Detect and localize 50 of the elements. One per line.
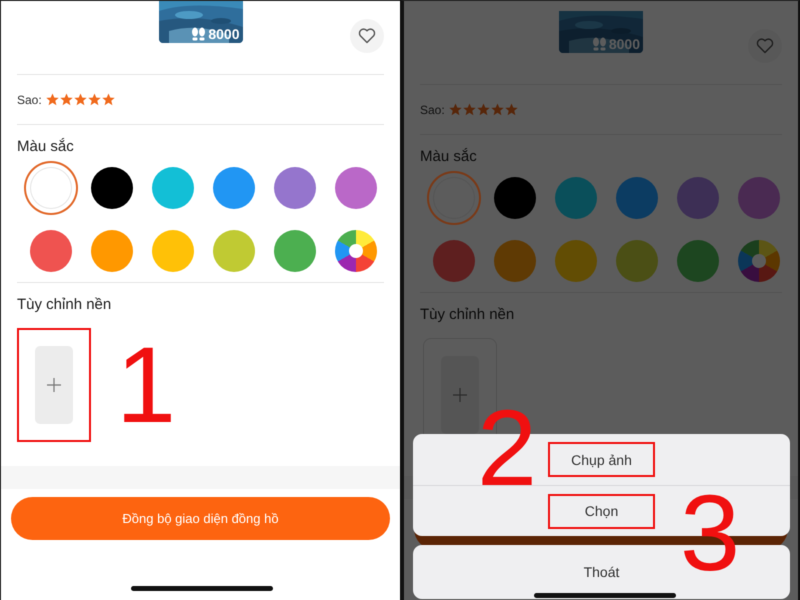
color-wheel-button[interactable] [738, 240, 780, 282]
star-icon [462, 103, 476, 116]
color-swatch[interactable] [90, 230, 132, 272]
color-swatch[interactable] [616, 240, 658, 282]
stars-label: Sao: [17, 92, 42, 106]
heart-icon [358, 27, 376, 45]
color-swatch[interactable] [494, 240, 536, 282]
color-swatch[interactable] [334, 166, 376, 208]
color-swatch[interactable] [554, 240, 596, 282]
step-number: 1 [116, 331, 176, 439]
star-icon [74, 93, 87, 106]
favorite-button[interactable] [350, 19, 384, 53]
color-swatch[interactable] [274, 230, 316, 272]
star-icon [60, 93, 73, 106]
star-icon [102, 93, 115, 106]
color-swatch[interactable] [738, 176, 780, 218]
star-icon [490, 103, 504, 116]
color-swatch[interactable] [616, 176, 658, 218]
star-icon [88, 93, 101, 106]
section-title: Màu sắc [16, 137, 75, 157]
section-title: Màu sắc [419, 147, 478, 167]
color-swatch[interactable] [90, 166, 132, 208]
footprints-icon [592, 37, 607, 51]
step-count: 8000 [608, 36, 640, 52]
footprints-icon [191, 27, 206, 41]
color-wheel-button[interactable] [334, 230, 376, 272]
color-swatch[interactable] [676, 240, 718, 282]
color-swatch[interactable] [30, 230, 72, 272]
star-icon [46, 93, 59, 106]
sheet-option[interactable]: Chụp ảnh [548, 442, 655, 477]
star-icon [448, 103, 462, 116]
color-swatch[interactable] [152, 230, 194, 272]
stars-label: Sao: [420, 102, 445, 116]
plus-icon [453, 388, 467, 402]
color-swatch[interactable] [554, 176, 596, 218]
color-swatch[interactable] [432, 240, 474, 282]
section-title: Tùy chỉnh nền [16, 295, 112, 315]
heart-icon [756, 37, 774, 55]
star-icon [504, 103, 518, 116]
color-swatch[interactable] [274, 166, 316, 208]
sheet-option[interactable]: Chọn [548, 494, 655, 528]
color-swatch[interactable] [212, 230, 254, 272]
color-swatch[interactable] [212, 166, 254, 208]
color-swatch[interactable] [152, 166, 194, 208]
color-swatch[interactable] [494, 176, 536, 218]
star-icon [476, 103, 490, 116]
plus-icon [47, 378, 61, 392]
step-count: 8000 [208, 26, 240, 42]
color-swatch[interactable] [676, 176, 718, 218]
section-title: Tùy chỉnh nền [419, 305, 516, 325]
